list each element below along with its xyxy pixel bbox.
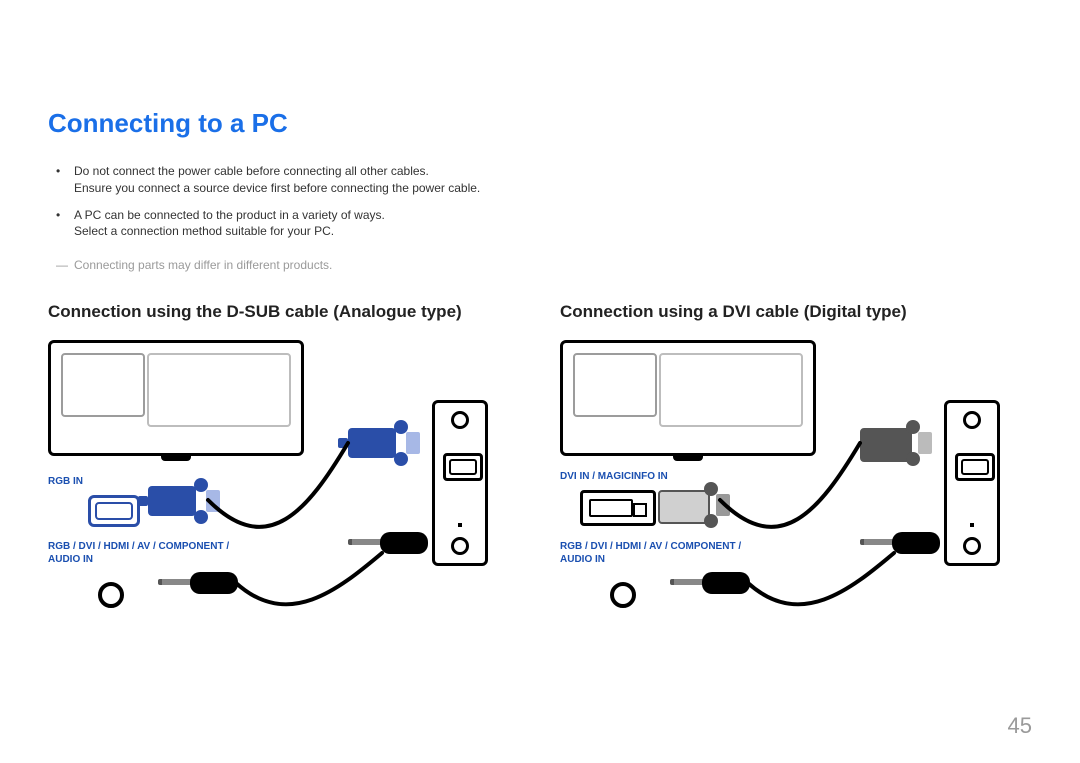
dvi-plug-icon <box>860 420 920 466</box>
note-item: Do not connect the power cable before co… <box>56 163 1032 207</box>
heading-dvi: Connection using a DVI cable (Digital ty… <box>560 302 1032 322</box>
note-main: A PC can be connected to the product in … <box>74 208 385 222</box>
note-item: A PC can be connected to the product in … <box>56 207 1032 251</box>
note-main: Do not connect the power cable before co… <box>74 164 429 178</box>
page-number: 45 <box>1008 713 1032 739</box>
vga-port-icon <box>88 495 140 527</box>
audio-plug-icon <box>348 530 428 556</box>
heading-dsub: Connection using the D-SUB cable (Analog… <box>48 302 520 322</box>
footnote: Connecting parts may differ in different… <box>56 258 1032 272</box>
label-dvi-in: DVI IN / MAGICINFO IN <box>560 470 668 483</box>
diagram-dvi: DVI IN / MAGICINFO IN RGB / DVI / HDMI /… <box>560 340 1000 630</box>
audio-jack-icon <box>610 582 636 608</box>
label-audio-in: RGB / DVI / HDMI / AV / COMPONENT / AUDI… <box>560 540 750 566</box>
dvi-plug-icon <box>658 482 718 528</box>
dvi-port-icon <box>580 490 656 526</box>
manual-page: Connecting to a PC Do not connect the po… <box>0 0 1080 763</box>
note-list: Do not connect the power cable before co… <box>56 163 1032 250</box>
column-dsub: Connection using the D-SUB cable (Analog… <box>48 302 520 630</box>
label-audio-in: RGB / DVI / HDMI / AV / COMPONENT / AUDI… <box>48 540 238 566</box>
page-title: Connecting to a PC <box>48 108 1032 139</box>
vga-plug-icon <box>148 478 208 524</box>
pc-tower-icon <box>432 400 488 566</box>
note-sub: Ensure you connect a source device first… <box>74 180 1032 197</box>
monitor-back-icon <box>48 340 304 456</box>
audio-plug-icon <box>158 570 238 596</box>
label-rgb-in: RGB IN <box>48 475 83 488</box>
vga-plug-icon <box>348 420 408 466</box>
monitor-back-icon <box>560 340 816 456</box>
columns: Connection using the D-SUB cable (Analog… <box>48 302 1032 630</box>
diagram-dsub: RGB IN RGB / DVI / HDMI / AV / COMPONENT… <box>48 340 488 630</box>
audio-jack-icon <box>98 582 124 608</box>
audio-plug-icon <box>670 570 750 596</box>
note-sub: Select a connection method suitable for … <box>74 223 1032 240</box>
audio-plug-icon <box>860 530 940 556</box>
column-dvi: Connection using a DVI cable (Digital ty… <box>560 302 1032 630</box>
pc-tower-icon <box>944 400 1000 566</box>
